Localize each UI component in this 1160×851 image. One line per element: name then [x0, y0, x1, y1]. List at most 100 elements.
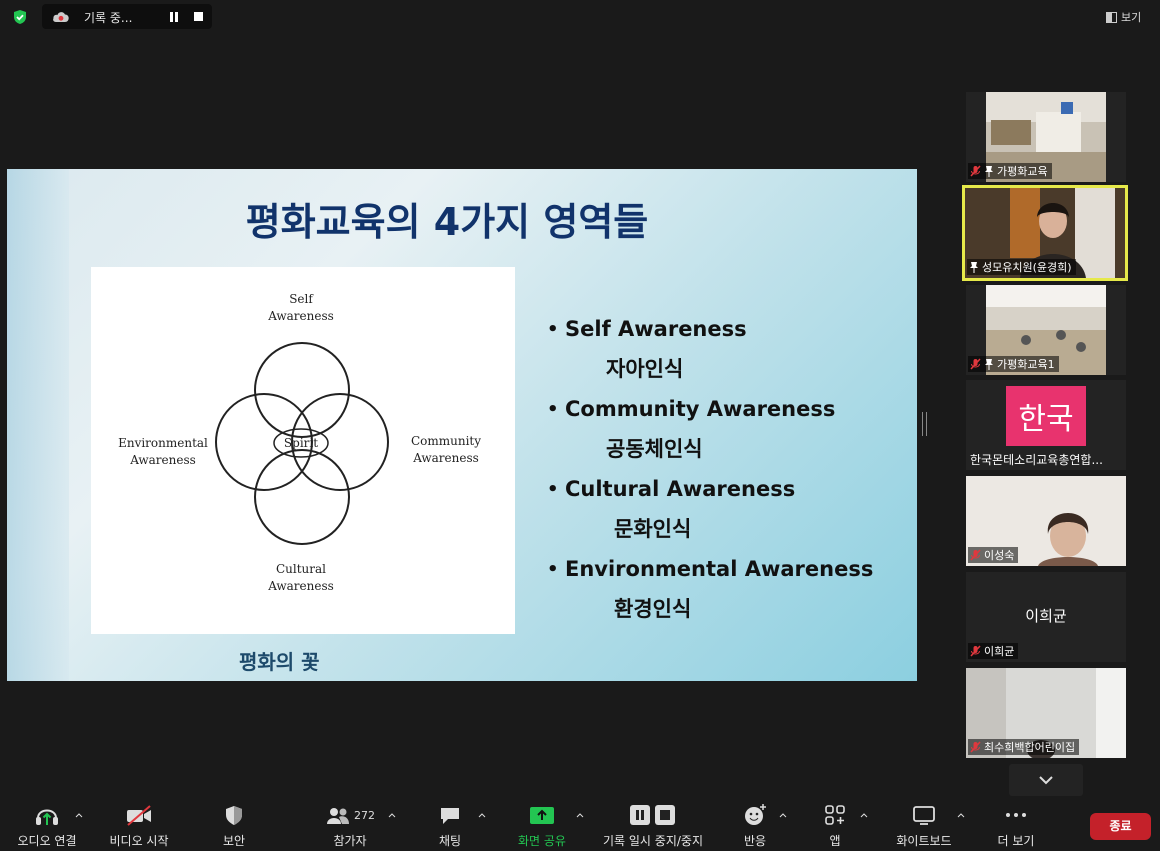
pin-icon	[985, 359, 993, 370]
security-button[interactable]: 보안	[212, 800, 256, 851]
participants-button[interactable]: 272 참가자	[320, 800, 380, 851]
diagram-label-cultural: Cultural Awareness	[268, 562, 334, 593]
view-label: 보기	[1121, 11, 1142, 24]
participant-tile[interactable]: 이성숙	[966, 476, 1126, 566]
share-label: 화면 공유	[518, 834, 566, 848]
video-off-icon	[127, 805, 151, 826]
participant-name-tag: 이희균	[968, 643, 1019, 659]
pause-stop-record-icon	[630, 805, 675, 825]
apps-icon	[825, 805, 845, 825]
diagram-label-community: Community Awareness	[410, 434, 482, 465]
encryption-shield-icon[interactable]	[12, 9, 28, 25]
participant-tile-active-speaker[interactable]: 성모유치원(윤경희)	[962, 185, 1128, 281]
bullet-community-ko: 공동체인식	[606, 437, 703, 461]
share-screen-button[interactable]: 화면 공유	[512, 800, 572, 851]
audio-label: 오디오 연결	[17, 834, 77, 848]
participant-name-tag: 가평화교육	[968, 163, 1052, 179]
participant-name-tag: 이성숙	[968, 547, 1019, 563]
apps-button[interactable]: 앱	[820, 800, 850, 851]
bullet-self: • Self Awareness	[547, 317, 747, 341]
security-shield-icon	[226, 806, 242, 825]
emoji-reaction-icon	[745, 804, 766, 825]
bullet-community: • Community Awareness	[547, 397, 836, 421]
reactions-button[interactable]: 반응	[738, 800, 772, 851]
record-label: 기록 일시 중지/중지	[603, 834, 703, 848]
share-options-caret-icon[interactable]	[576, 812, 584, 818]
participant-name-tag: 성모유치원(윤경희)	[967, 259, 1076, 275]
record-control-button[interactable]: 기록 일시 중지/중지	[597, 800, 709, 851]
cultural-circle	[254, 449, 350, 545]
participants-icon	[327, 808, 349, 824]
view-layout-icon	[1106, 11, 1117, 23]
reactions-options-caret-icon[interactable]	[779, 812, 787, 818]
panel-splitter[interactable]	[922, 412, 927, 436]
gallery-scroll-down-button[interactable]	[1009, 764, 1083, 796]
whiteboard-icon	[913, 806, 935, 825]
pin-icon	[985, 166, 993, 177]
mic-muted-icon	[970, 358, 981, 370]
chevron-down-icon	[1039, 776, 1053, 785]
shared-screen: 평화교육의 4가지 영역들 Self Awareness Environment…	[7, 169, 917, 681]
participant-name-tag: 가평화교육1	[968, 356, 1059, 372]
slide-title: 평화교육의 4가지 영역들	[245, 200, 649, 244]
whiteboard-label: 화이트보드	[896, 834, 952, 848]
awareness-list: • Self Awareness 자아인식 • Community Awarenes…	[547, 309, 873, 629]
mic-muted-icon	[970, 549, 981, 561]
bullet-self-ko: 자아인식	[606, 357, 684, 381]
participants-options-caret-icon[interactable]	[388, 812, 396, 818]
reactions-label: 반응	[743, 834, 767, 848]
mic-muted-icon	[970, 645, 981, 657]
bullet-environmental-ko: 환경인식	[614, 597, 692, 621]
self-circle	[254, 342, 350, 438]
bullet-cultural: • Cultural Awareness	[547, 477, 796, 501]
share-screen-icon	[530, 807, 554, 824]
more-label: 더 보기	[997, 834, 1035, 848]
video-button[interactable]: 비디오 시작	[106, 800, 172, 851]
view-button[interactable]: 보기	[1106, 8, 1141, 26]
cloud-record-icon	[53, 12, 69, 22]
whiteboard-button[interactable]: 화이트보드	[892, 800, 956, 851]
audio-options-caret-icon[interactable]	[75, 812, 83, 818]
peace-flower-diagram: Self Awareness Environmental Awareness C…	[91, 267, 515, 634]
more-dots-icon	[1006, 813, 1026, 817]
participant-tile[interactable]: 이희균 이희균	[966, 572, 1126, 662]
participant-name-tag: 최수희백합어린이집	[968, 739, 1080, 755]
chat-options-caret-icon[interactable]	[478, 812, 486, 818]
participant-tile[interactable]: 한국 한국몬테소리교육총연합...	[966, 380, 1126, 470]
apps-label: 앱	[829, 834, 841, 848]
bullet-environmental: • Environmental Awareness	[547, 557, 874, 581]
avatar: 한국	[1006, 386, 1086, 446]
stop-icon[interactable]	[194, 12, 203, 21]
recording-status-text: 기록 중...	[84, 11, 133, 25]
pause-icon[interactable]	[168, 11, 180, 23]
diagram-label-spirit: Spirit	[283, 436, 319, 450]
chat-button[interactable]: 채팅	[430, 800, 470, 851]
headphone-icon	[36, 809, 58, 825]
more-button[interactable]: 더 보기	[994, 800, 1038, 851]
video-label: 비디오 시작	[109, 834, 169, 848]
diagram-caption: 평화의 꽃	[239, 650, 320, 674]
security-label: 보안	[222, 834, 246, 848]
participant-tile[interactable]: 최수희백합어린이집	[966, 668, 1126, 758]
participants-label: 참가자	[333, 834, 367, 848]
participant-count: 272	[354, 808, 375, 822]
pin-icon	[970, 262, 978, 273]
participant-name-tag: 한국몬테소리교육총연합...	[970, 453, 1103, 467]
participant-tile[interactable]: 가평화교육	[966, 92, 1126, 182]
diagram-label-environmental: Environmental Awareness	[118, 436, 208, 467]
chat-bubble-icon	[441, 808, 459, 824]
whiteboard-options-caret-icon[interactable]	[957, 812, 965, 818]
recording-indicator[interactable]: 기록 중...	[42, 4, 212, 29]
bullet-cultural-ko: 문화인식	[614, 517, 692, 541]
top-bar: 기록 중... 보기	[0, 0, 1160, 34]
audio-button[interactable]: 오디오 연결	[14, 800, 80, 851]
participant-tile[interactable]: 가평화교육1	[966, 285, 1126, 375]
diagram-label-self: Self Awareness	[268, 292, 334, 323]
end-meeting-button[interactable]: 종료	[1090, 813, 1151, 840]
meeting-toolbar: 오디오 연결 비디오 시작 보안 272 참가자 채팅 화면 공유 기록 일시 …	[0, 800, 1160, 851]
mic-muted-icon	[970, 741, 981, 753]
apps-options-caret-icon[interactable]	[860, 812, 868, 818]
participant-display-name: 이희균	[1025, 607, 1067, 625]
mic-muted-icon	[970, 165, 981, 177]
chat-label: 채팅	[438, 834, 462, 848]
